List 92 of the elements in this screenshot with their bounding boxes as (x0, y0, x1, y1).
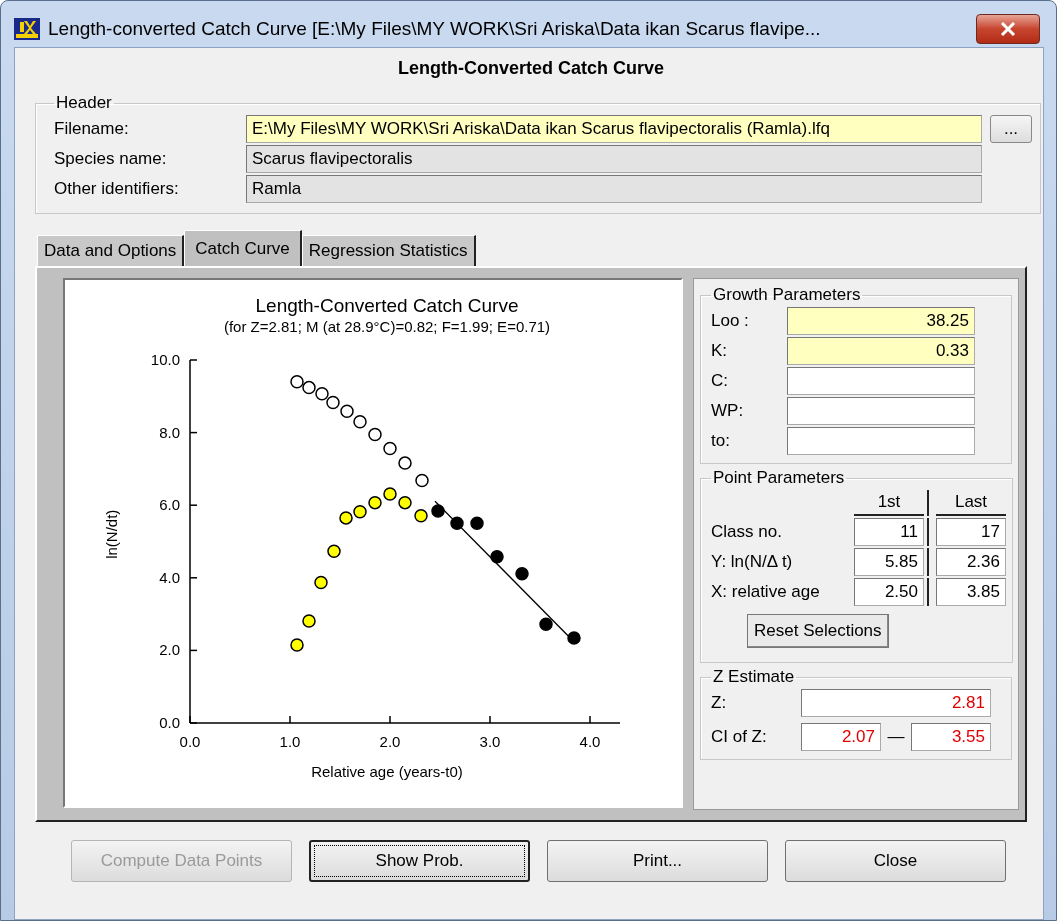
chart-title: Length-Converted Catch Curve (255, 295, 519, 316)
row-label: X: relative age (711, 582, 821, 602)
result-field[interactable]: 3.55 (911, 723, 991, 751)
field-label: K: (711, 341, 729, 361)
field-label: C: (711, 371, 729, 391)
y-tick-label: 2.0 (159, 641, 180, 659)
number-field[interactable]: 11 (854, 518, 924, 546)
y-tick-label: 8.0 (159, 423, 180, 441)
result-field[interactable]: 2.81 (801, 689, 991, 717)
y-axis-label: ln(N/dt) (103, 509, 120, 559)
field-label: Z: (711, 693, 728, 713)
x-tick-label: 0.0 (179, 733, 201, 750)
reset-selections-button[interactable]: Reset Selections (747, 614, 889, 648)
data-point[interactable] (290, 638, 304, 652)
group-title: Point Parameters (712, 468, 846, 488)
data-point[interactable] (383, 487, 397, 501)
data-point[interactable] (302, 380, 316, 395)
tab[interactable]: Data and Options (37, 235, 185, 266)
field-label: Filename: (54, 119, 130, 139)
data-point[interactable] (450, 516, 464, 531)
data-point[interactable] (326, 395, 340, 410)
x-tick-label: 3.0 (479, 733, 501, 750)
data-point[interactable] (414, 509, 428, 523)
y-tick-label: 10.0 (150, 351, 180, 368)
data-point[interactable] (340, 404, 354, 418)
data-point[interactable] (339, 511, 353, 525)
x-tick-label: 4.0 (579, 733, 601, 750)
text-field[interactable]: Ramla (246, 175, 982, 203)
number-field[interactable]: 0.33 (787, 337, 975, 365)
range-separator: — (886, 727, 906, 747)
column-header: Last (936, 490, 1006, 516)
data-point[interactable] (398, 495, 412, 510)
field-label: Loo : (711, 311, 750, 331)
number-field[interactable]: 2.50 (854, 578, 924, 606)
data-point[interactable] (290, 375, 304, 389)
y-tick-label: 0.0 (159, 714, 180, 731)
chart-subtitle: (for Z=2.81; M (at 28.9°C)=0.82; F=1.99; E=0.71) (223, 318, 551, 335)
data-point[interactable] (470, 516, 484, 531)
app-icon (14, 18, 40, 40)
data-point[interactable] (368, 427, 382, 442)
group-title: Header (55, 93, 113, 113)
x-tick-label: 2.0 (379, 733, 401, 750)
dialog-button[interactable]: Show Prob. (309, 840, 530, 882)
field-label: CI of Z: (711, 727, 768, 747)
data-point[interactable] (327, 544, 341, 559)
data-point[interactable] (431, 504, 445, 518)
number-field[interactable] (787, 397, 975, 425)
data-point[interactable] (302, 614, 316, 628)
row-label: Y: ln(N/Δ t) (711, 552, 794, 572)
browse-button[interactable]: ... (990, 115, 1032, 143)
number-field[interactable]: 17 (936, 518, 1006, 546)
row-label: Class no. (711, 522, 783, 542)
close-button[interactable] (976, 14, 1040, 44)
data-point[interactable] (314, 575, 328, 590)
data-point[interactable] (353, 414, 367, 429)
tab[interactable]: Catch Curve (184, 230, 302, 266)
text-field[interactable]: E:\My Files\MY WORK\Sri Ariska\Data ikan Scarus flavipectoralis (Ramla).lfq (246, 115, 982, 143)
number-field[interactable]: 5.85 (854, 548, 924, 576)
x-tick-label: 1.0 (279, 733, 301, 750)
data-point[interactable] (567, 631, 581, 645)
tab[interactable]: Regression Statistics (301, 235, 476, 266)
column-header: 1st (854, 490, 924, 516)
data-point[interactable] (315, 387, 329, 401)
number-field[interactable] (787, 427, 975, 455)
window-title: Length-converted Catch Curve [E:\My Files\MY WORK\Sri Ariska\Data ikan Scarus flavipe... (48, 18, 822, 40)
dialog-button[interactable]: Print... (547, 840, 768, 882)
text-field[interactable]: Scarus flavipectoralis (246, 145, 982, 173)
data-point[interactable] (353, 505, 367, 519)
data-point[interactable] (415, 473, 429, 488)
group-title: Z Estimate (712, 667, 796, 687)
field-label: Species name: (54, 149, 168, 169)
result-field[interactable]: 2.07 (801, 723, 881, 751)
data-point[interactable] (383, 441, 397, 456)
y-tick-label: 4.0 (159, 568, 180, 586)
data-point[interactable] (515, 567, 529, 581)
close-icon (1000, 22, 1016, 36)
data-point[interactable] (398, 456, 412, 470)
data-point[interactable] (490, 550, 504, 564)
number-field[interactable] (787, 367, 975, 395)
data-point[interactable] (539, 617, 553, 631)
number-field[interactable]: 2.36 (936, 548, 1006, 576)
field-label: to: (711, 431, 731, 451)
field-label: Other identifiers: (54, 179, 180, 199)
x-axis-label: Relative age (years-t0) (311, 763, 463, 780)
y-tick-label: 6.0 (159, 496, 180, 514)
dialog-heading: Length-Converted Catch Curve (397, 57, 665, 80)
field-label: WP: (711, 401, 745, 421)
dialog-button[interactable]: Close (785, 840, 1006, 882)
data-point[interactable] (368, 495, 382, 510)
group-title: Growth Parameters (712, 285, 862, 305)
number-field[interactable]: 38.25 (787, 307, 975, 335)
number-field[interactable]: 3.85 (936, 578, 1006, 606)
